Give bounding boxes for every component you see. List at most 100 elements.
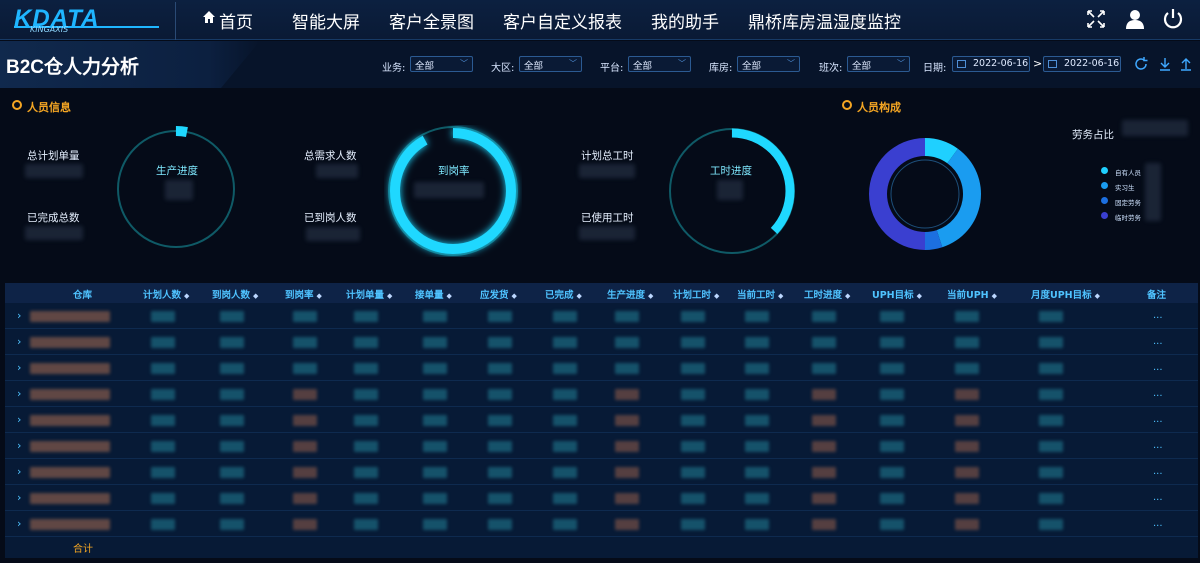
- sort-icon[interactable]: ◆: [992, 292, 997, 300]
- filter-warehouse-select[interactable]: 全部 ﹀: [737, 56, 800, 72]
- expand-row-icon[interactable]: ›: [17, 517, 21, 530]
- home-icon[interactable]: [202, 10, 216, 24]
- nav-customer-panorama[interactable]: 客户全景图: [389, 8, 474, 33]
- remark-more-button[interactable]: ...: [1153, 492, 1163, 503]
- masked-cell: [151, 389, 175, 400]
- expand-row-icon[interactable]: ›: [17, 309, 21, 322]
- filter-region-value: 全部: [524, 61, 544, 72]
- logo[interactable]: KDATA KINGAXIS: [14, 5, 159, 35]
- sort-icon[interactable]: ◆: [387, 292, 392, 300]
- sort-icon[interactable]: ◆: [512, 292, 517, 300]
- filter-shift-select[interactable]: 全部 ﹀: [847, 56, 910, 72]
- masked-cell: [488, 441, 512, 452]
- masked-cell: [293, 519, 317, 530]
- plan-hours-value: [579, 164, 635, 178]
- sort-icon[interactable]: ◆: [1095, 292, 1100, 300]
- column-header-12[interactable]: UPH目标 ◆: [872, 287, 922, 301]
- refresh-icon[interactable]: [1133, 56, 1149, 72]
- remark-more-button[interactable]: ...: [1153, 466, 1163, 477]
- column-header-label: 生产进度: [607, 290, 646, 301]
- sort-icon[interactable]: ◆: [184, 292, 189, 300]
- remark-more-button[interactable]: ...: [1153, 388, 1163, 399]
- masked-cell: [220, 363, 244, 374]
- column-header-6[interactable]: 应发货 ◆: [480, 287, 517, 301]
- column-header-2[interactable]: 到岗人数 ◆: [212, 287, 258, 301]
- table-row[interactable]: [5, 459, 1198, 485]
- column-header-8[interactable]: 生产进度 ◆: [607, 287, 653, 301]
- expand-row-icon[interactable]: ›: [17, 387, 21, 400]
- table-row[interactable]: [5, 355, 1198, 381]
- sort-icon[interactable]: ◆: [845, 292, 850, 300]
- table-row[interactable]: [5, 303, 1198, 329]
- remark-more-button[interactable]: ...: [1153, 310, 1163, 321]
- expand-row-icon[interactable]: ›: [17, 413, 21, 426]
- download-icon[interactable]: [1157, 56, 1173, 72]
- column-header-11[interactable]: 工时进度 ◆: [804, 287, 850, 301]
- filter-business-select[interactable]: 全部 ﹀: [410, 56, 473, 72]
- nav-home[interactable]: 首页: [219, 8, 253, 33]
- masked-cell: [553, 441, 577, 452]
- table-row[interactable]: [5, 433, 1198, 459]
- column-header-label: 备注: [1147, 290, 1167, 301]
- table-row[interactable]: [5, 381, 1198, 407]
- upload-icon[interactable]: [1178, 56, 1194, 72]
- table-row[interactable]: [5, 485, 1198, 511]
- sort-icon[interactable]: ◆: [577, 292, 582, 300]
- nav-smart-screen[interactable]: 智能大屏: [292, 8, 360, 33]
- filter-platform-value: 全部: [633, 61, 653, 72]
- fullscreen-icon[interactable]: [1085, 8, 1107, 30]
- column-header-label: 已完成: [545, 290, 574, 301]
- remark-more-button[interactable]: ...: [1153, 440, 1163, 451]
- table-row[interactable]: [5, 407, 1198, 433]
- masked-cell: [423, 389, 447, 400]
- sort-icon[interactable]: ◆: [253, 292, 258, 300]
- column-header-label: 计划单量: [346, 290, 385, 301]
- expand-row-icon[interactable]: ›: [17, 335, 21, 348]
- remark-more-button[interactable]: ...: [1153, 336, 1163, 347]
- masked-cell: [615, 493, 639, 504]
- sort-icon[interactable]: ◆: [778, 292, 783, 300]
- table-row[interactable]: [5, 511, 1198, 537]
- table-row[interactable]: [5, 329, 1198, 355]
- sort-icon[interactable]: ◆: [317, 292, 322, 300]
- user-icon[interactable]: [1124, 8, 1146, 30]
- remark-more-button[interactable]: ...: [1153, 518, 1163, 529]
- filter-region-select[interactable]: 全部 ﹀: [519, 56, 582, 72]
- column-header-label: 当前工时: [737, 290, 776, 301]
- masked-cell: [615, 337, 639, 348]
- arrived-value: [306, 227, 360, 241]
- column-header-4[interactable]: 计划单量 ◆: [346, 287, 392, 301]
- power-icon[interactable]: [1162, 8, 1184, 30]
- expand-row-icon[interactable]: ›: [17, 491, 21, 504]
- column-header-13[interactable]: 当前UPH ◆: [947, 287, 997, 301]
- nav-warehouse-monitor[interactable]: 鼎桥库房温湿度监控: [748, 8, 901, 33]
- filter-platform-select[interactable]: 全部 ﹀: [628, 56, 691, 72]
- masked-cell: [220, 337, 244, 348]
- expand-row-icon[interactable]: ›: [17, 465, 21, 478]
- column-header-10[interactable]: 当前工时 ◆: [737, 287, 783, 301]
- column-header-3[interactable]: 到岗率 ◆: [285, 287, 322, 301]
- expand-row-icon[interactable]: ›: [17, 361, 21, 374]
- masked-cell: [220, 311, 244, 322]
- column-header-14[interactable]: 月度UPH目标 ◆: [1031, 287, 1100, 301]
- column-header-7[interactable]: 已完成 ◆: [545, 287, 582, 301]
- masked-cell: [488, 389, 512, 400]
- remark-more-button[interactable]: ...: [1153, 414, 1163, 425]
- column-header-9[interactable]: 计划工时 ◆: [673, 287, 719, 301]
- expand-row-icon[interactable]: ›: [17, 439, 21, 452]
- masked-cell: [553, 363, 577, 374]
- date-start-picker[interactable]: 2022-06-16: [952, 56, 1030, 72]
- calendar-icon: [1048, 60, 1057, 68]
- sort-icon[interactable]: ◆: [447, 292, 452, 300]
- masked-cell: [151, 519, 175, 530]
- sort-icon[interactable]: ◆: [648, 292, 653, 300]
- date-end-picker[interactable]: 2022-06-16: [1043, 56, 1121, 72]
- nav-my-assistant[interactable]: 我的助手: [651, 8, 719, 33]
- column-header-5[interactable]: 接单量 ◆: [415, 287, 452, 301]
- sort-icon[interactable]: ◆: [917, 292, 922, 300]
- remark-more-button[interactable]: ...: [1153, 362, 1163, 373]
- sort-icon[interactable]: ◆: [714, 292, 719, 300]
- nav-custom-report[interactable]: 客户自定义报表: [503, 8, 622, 33]
- masked-cell: [681, 519, 705, 530]
- column-header-1[interactable]: 计划人数 ◆: [143, 287, 189, 301]
